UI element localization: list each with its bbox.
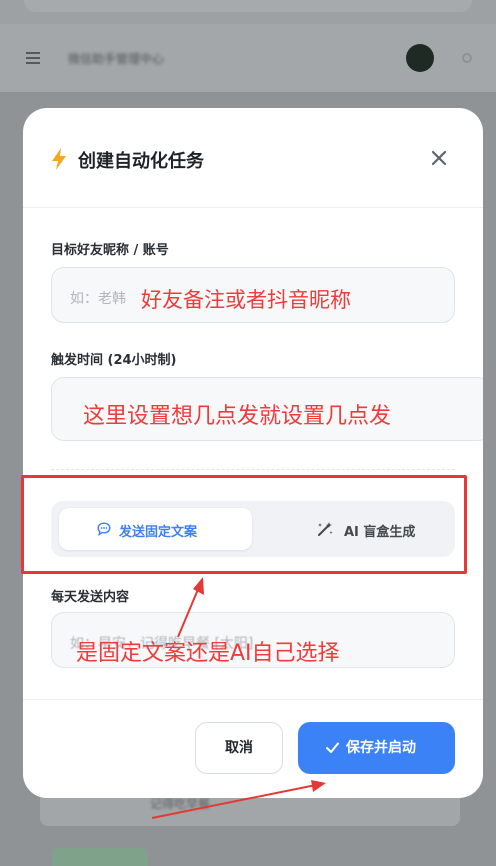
avatar xyxy=(406,44,434,72)
background-status-icon xyxy=(462,53,472,63)
modal-header: 创建自动化任务 xyxy=(23,108,483,208)
annotation-friend-note: 好友备注或者抖音昵称 xyxy=(141,288,351,312)
content-field-label: 每天发送内容 xyxy=(51,590,130,605)
footer-divider xyxy=(23,699,483,700)
friend-input-placeholder: 如：老韩 xyxy=(70,291,126,307)
check-icon xyxy=(326,742,339,753)
create-task-modal: 创建自动化任务 目标好友昵称 / 账号 如：老韩 触发时间 (24小时制) 发送… xyxy=(23,108,483,798)
time-field-label: 触发时间 (24小时制) xyxy=(51,353,177,368)
lightning-bolt-icon xyxy=(52,148,66,170)
annotation-mode-note: 是固定文案还是AI自己选择 xyxy=(76,641,340,666)
friend-field-label: 目标好友昵称 / 账号 xyxy=(51,243,169,258)
section-divider xyxy=(51,469,455,470)
save-and-start-button[interactable]: 保存并启动 xyxy=(298,722,455,774)
annotation-highlight-box xyxy=(21,475,467,574)
background-app-title: 微信助手管理中心 xyxy=(68,52,165,66)
menu-icon xyxy=(26,52,40,64)
close-icon[interactable] xyxy=(429,148,449,168)
background-green-badge xyxy=(52,848,148,866)
background-top-card xyxy=(24,0,472,12)
save-button-label: 保存并启动 xyxy=(346,740,416,756)
modal-title: 创建自动化任务 xyxy=(78,151,204,172)
annotation-time-note: 这里设置想几点发就设置几点发 xyxy=(83,404,392,429)
cancel-button[interactable]: 取消 xyxy=(195,722,283,774)
